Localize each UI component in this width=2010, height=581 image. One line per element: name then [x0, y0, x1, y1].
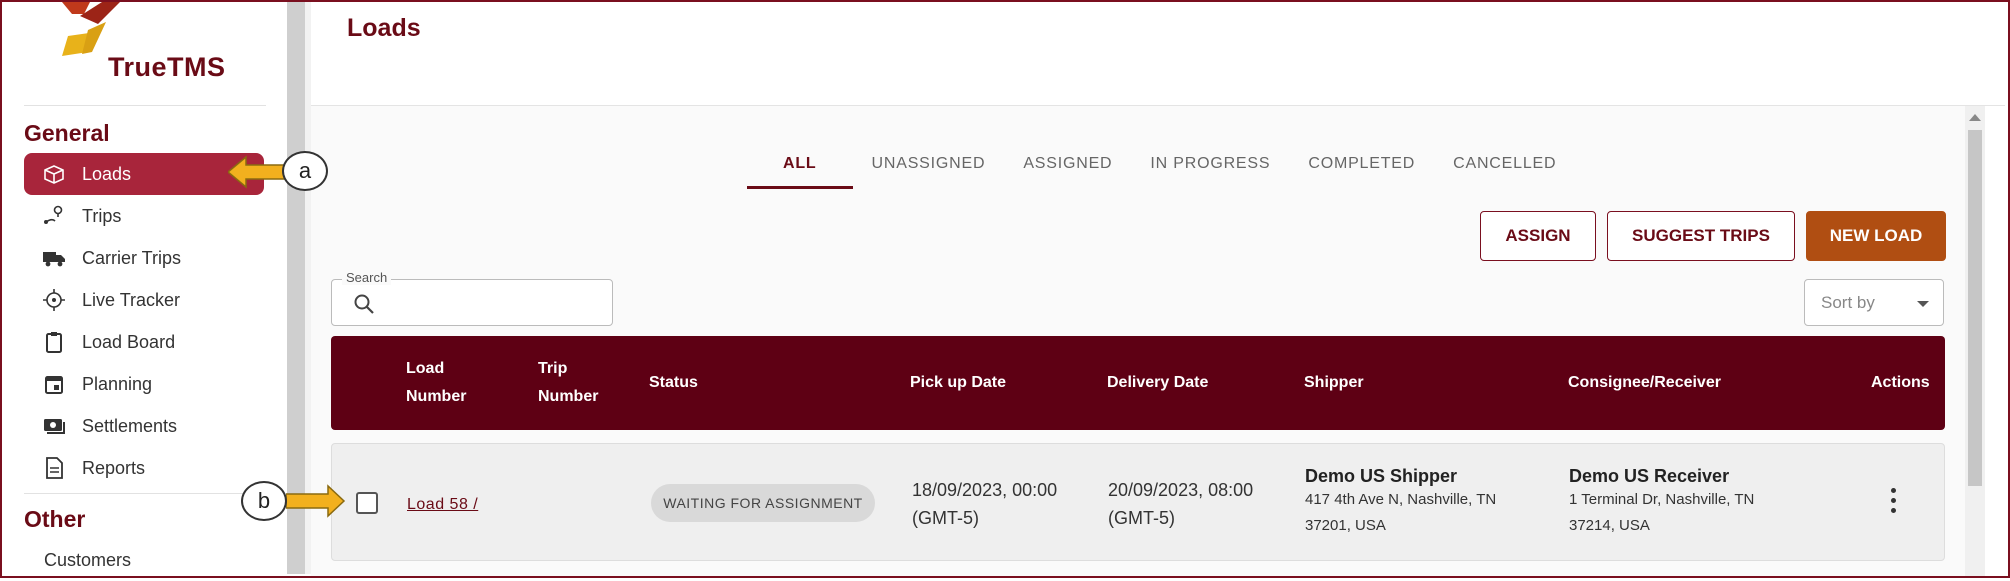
sidebar-item-reports[interactable]: Reports — [24, 447, 264, 489]
sidebar-item-label: Settlements — [82, 415, 178, 436]
sidebar-item-load-board[interactable]: Load Board — [24, 321, 264, 363]
tab-unassigned[interactable]: UNASSIGNED — [853, 147, 1005, 189]
column-header-shipper[interactable]: Shipper — [1304, 336, 1364, 430]
tab-in-progress[interactable]: IN PROGRESS — [1131, 147, 1289, 189]
sidebar-item-customers[interactable]: Customers — [24, 539, 264, 581]
sidebar-item-settlements[interactable]: Settlements — [24, 405, 264, 447]
crosshair-icon — [43, 289, 65, 311]
more-actions-icon[interactable] — [1890, 488, 1896, 516]
truck-icon — [43, 252, 65, 267]
column-header-pickup-date[interactable]: Pick up Date — [910, 336, 1006, 430]
new-load-button[interactable]: NEW LOAD — [1806, 211, 1946, 261]
pickup-date-text: 18/09/2023, 00:00 — [912, 480, 1058, 500]
box-icon — [44, 165, 64, 184]
clipboard-icon — [46, 332, 62, 353]
sidebar-item-trips[interactable]: Trips — [24, 195, 264, 237]
sort-label: Sort by — [1821, 293, 1875, 312]
route-pin-icon — [44, 205, 63, 224]
shipper-cell: Demo US Shipper 417 4th Ave N, Nashville… — [1305, 466, 1496, 539]
money-icon — [44, 419, 65, 434]
column-header-load-number[interactable]: Load Number — [406, 336, 466, 430]
consignee-address-line: 1 Terminal Dr, Nashville, TN — [1569, 491, 1755, 508]
callout-label-a: a — [282, 151, 328, 191]
logo-text: TrueTMS — [108, 52, 226, 82]
sidebar-item-planning[interactable]: Planning — [24, 363, 264, 405]
divider — [24, 493, 266, 494]
search-icon — [354, 294, 374, 314]
delivery-date-text: 20/09/2023, 08:00 — [1108, 480, 1254, 500]
caret-down-icon — [1917, 301, 1929, 307]
table-row[interactable]: Load 58 / WAITING FOR ASSIGNMENT 18/09/2… — [331, 443, 1945, 561]
calendar-icon — [45, 376, 63, 394]
scroll-up-icon[interactable] — [1969, 114, 1981, 121]
load-number-link[interactable]: Load 58 / — [407, 496, 478, 513]
sidebar-item-label: Load Board — [82, 331, 176, 352]
delivery-timezone-text: (GMT-5) — [1108, 508, 1175, 528]
pickup-timezone-text: (GMT-5) — [912, 508, 979, 528]
document-icon — [46, 457, 63, 479]
section-title-general: General — [24, 120, 110, 146]
pickup-date-cell: 18/09/2023, 00:00 (GMT-5) — [912, 476, 1057, 532]
divider — [24, 105, 266, 106]
consignee-cell: Demo US Receiver 1 Terminal Dr, Nashvill… — [1569, 466, 1754, 539]
callout-arrow-b-icon — [286, 484, 346, 518]
sort-select[interactable]: Sort by — [1804, 279, 1944, 326]
sidebar-item-label: Live Tracker — [82, 289, 181, 310]
main-content: Loads ALL UNASSIGNED ASSIGNED IN PROGRES… — [311, 2, 2005, 576]
sidebar-item-label: Loads — [82, 163, 132, 184]
tab-cancelled[interactable]: CANCELLED — [1434, 147, 1575, 189]
column-header-consignee[interactable]: Consignee/Receiver — [1568, 336, 1721, 430]
sidebar-item-label: Customers — [44, 549, 132, 570]
header-text: Load — [406, 360, 445, 377]
sidebar-item-label: Trips — [82, 205, 122, 226]
sidebar-item-label: Reports — [82, 457, 146, 478]
suggest-trips-button[interactable]: SUGGEST TRIPS — [1607, 211, 1795, 261]
header-text: Number — [538, 388, 599, 405]
header-text: Number — [406, 388, 467, 405]
row-checkbox[interactable] — [356, 492, 378, 514]
shipper-address-line: 417 4th Ave N, Nashville, TN — [1305, 491, 1497, 508]
delivery-date-cell: 20/09/2023, 08:00 (GMT-5) — [1108, 476, 1253, 532]
tab-all[interactable]: ALL — [747, 147, 853, 189]
search-label: Search — [342, 270, 392, 285]
consignee-name: Demo US Receiver — [1569, 466, 1730, 486]
tab-assigned[interactable]: ASSIGNED — [1004, 147, 1131, 189]
section-title-other: Other — [24, 506, 86, 532]
callout-label-b: b — [241, 481, 287, 521]
table-header: Load Number Trip Number Status Pick up D… — [331, 336, 1945, 430]
column-header-trip-number[interactable]: Trip Number — [538, 336, 598, 430]
column-header-actions: Actions — [1871, 374, 1930, 391]
page-title: Loads — [347, 14, 421, 42]
search-input[interactable]: Search — [331, 270, 613, 326]
tab-completed[interactable]: COMPLETED — [1289, 147, 1434, 189]
shipper-name: Demo US Shipper — [1305, 466, 1458, 486]
consignee-address-line: 37214, USA — [1569, 517, 1650, 534]
assign-button[interactable]: ASSIGN — [1480, 211, 1596, 261]
main-scrollbar[interactable] — [1965, 106, 1985, 576]
column-header-status[interactable]: Status — [649, 336, 698, 430]
sidebar-item-label: Planning — [82, 373, 153, 394]
sidebar-item-live-tracker[interactable]: Live Tracker — [24, 279, 264, 321]
status-tabs: ALL UNASSIGNED ASSIGNED IN PROGRESS COMP… — [747, 147, 1575, 189]
shipper-address-line: 37201, USA — [1305, 517, 1386, 534]
sidebar-item-carrier-trips[interactable]: Carrier Trips — [24, 237, 264, 279]
status-badge: WAITING FOR ASSIGNMENT — [651, 484, 875, 522]
sidebar-item-label: Carrier Trips — [82, 247, 182, 268]
column-header-delivery-date[interactable]: Delivery Date — [1107, 336, 1208, 430]
header-text: Trip — [538, 360, 568, 377]
scrollbar-thumb[interactable] — [1968, 130, 1982, 486]
